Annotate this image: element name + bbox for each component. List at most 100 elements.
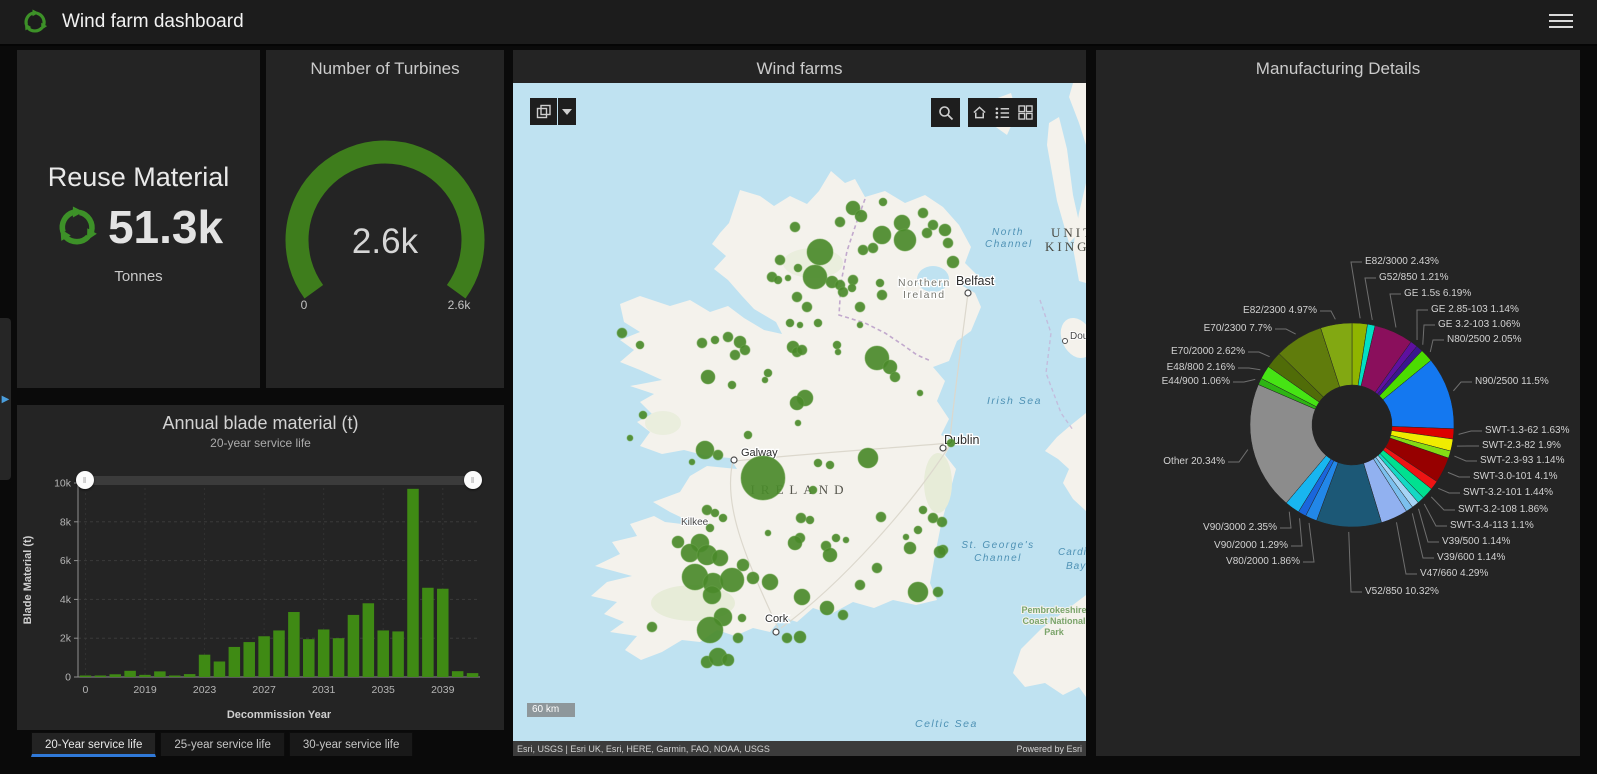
bar-2021[interactable] [169, 675, 181, 678]
wind-farm-marker[interactable] [801, 301, 813, 313]
bar-2040[interactable] [451, 671, 464, 677]
wind-farm-marker[interactable] [942, 237, 954, 249]
year-range-slider-track[interactable] [83, 476, 479, 485]
wind-farm-marker[interactable] [680, 543, 700, 563]
wind-farm-marker[interactable] [921, 227, 933, 239]
wind-farm-marker[interactable] [893, 214, 911, 232]
wind-farm-marker[interactable] [805, 515, 815, 525]
wind-farm-marker[interactable] [695, 440, 715, 460]
bar-2018[interactable] [124, 670, 136, 677]
sidebar-expander[interactable]: ▶ [0, 318, 11, 480]
wind-farm-marker[interactable] [832, 340, 842, 350]
wind-farm-marker[interactable] [791, 291, 803, 303]
wind-farm-marker[interactable] [847, 274, 859, 286]
wind-farm-marker[interactable] [837, 609, 849, 621]
wind-farm-marker[interactable] [794, 419, 802, 427]
bar-2029[interactable] [288, 612, 300, 677]
basemap-dropdown-button[interactable] [558, 98, 576, 125]
bar-2019[interactable] [139, 674, 151, 677]
wind-farm-marker[interactable] [696, 616, 724, 644]
wind-farm-marker[interactable] [857, 244, 869, 256]
wind-farm-marker[interactable] [819, 600, 835, 616]
wind-farm-marker[interactable] [710, 508, 720, 518]
wind-farm-marker[interactable] [701, 504, 713, 516]
wind-farm-marker[interactable] [902, 533, 910, 541]
wind-farm-marker[interactable] [763, 368, 773, 378]
bar-2041[interactable] [466, 673, 479, 677]
basemap-gallery-button[interactable] [530, 98, 557, 125]
map-legend-button[interactable] [991, 98, 1014, 127]
tab-30-year-service-life[interactable]: 30-year service life [288, 732, 414, 756]
wind-farm-marker[interactable] [793, 588, 811, 606]
bar-0[interactable] [79, 675, 92, 678]
wind-farm-marker[interactable] [918, 505, 928, 515]
wind-farm-marker[interactable] [616, 327, 628, 339]
wind-farm-marker[interactable] [854, 209, 868, 223]
wind-farm-marker[interactable] [878, 197, 888, 207]
wind-farm-marker[interactable] [718, 513, 728, 523]
bar-2017[interactable] [109, 674, 121, 677]
wind-farm-marker[interactable] [761, 573, 779, 591]
wind-farm-marker[interactable] [711, 549, 729, 567]
wind-farm-marker[interactable] [893, 228, 917, 252]
wind-farm-marker[interactable] [854, 301, 866, 313]
wind-farm-marker[interactable] [722, 331, 734, 343]
wind-farm-marker[interactable] [712, 449, 724, 461]
wind-farm-marker[interactable] [808, 485, 818, 495]
wind-farm-marker[interactable] [719, 567, 745, 593]
bar-2032[interactable] [332, 638, 345, 677]
wind-farm-marker[interactable] [732, 632, 744, 644]
wind-farm-marker[interactable] [907, 581, 929, 603]
bar-2016[interactable] [94, 675, 107, 678]
wind-farm-marker[interactable] [825, 460, 835, 470]
bar-2039[interactable] [437, 588, 449, 677]
wind-farm-marker[interactable] [933, 545, 947, 559]
wind-farm-marker[interactable] [913, 525, 923, 535]
hamburger-menu-icon[interactable] [1549, 14, 1573, 30]
map-canvas[interactable]: UNITED KINGDOM IRELAND North Channel Iri… [513, 83, 1086, 741]
wind-farm-marker[interactable] [875, 278, 885, 288]
bar-2025[interactable] [228, 646, 241, 677]
wind-farm-marker[interactable] [764, 529, 772, 537]
wind-farm-marker[interactable] [796, 344, 808, 356]
map-layers-button[interactable] [1014, 98, 1037, 127]
wind-farm-marker[interactable] [813, 318, 823, 328]
wind-farm-marker[interactable] [917, 207, 929, 219]
bar-2027[interactable] [258, 636, 270, 677]
wind-farm-marker[interactable] [903, 541, 917, 555]
bar-2033[interactable] [347, 614, 360, 677]
wind-farm-marker[interactable] [789, 395, 805, 411]
wind-farm-marker[interactable] [946, 255, 960, 269]
wind-farm-marker[interactable] [872, 225, 892, 245]
wind-farm-marker[interactable] [932, 586, 944, 598]
wind-farm-marker[interactable] [837, 286, 849, 298]
tab-25-year-service-life[interactable]: 25-year service life [160, 732, 285, 756]
wind-farm-marker[interactable] [856, 321, 864, 329]
wind-farm-marker[interactable] [638, 410, 648, 420]
bar-2026[interactable] [243, 642, 255, 677]
map-search-button[interactable] [931, 98, 960, 127]
wind-farm-marker[interactable] [927, 512, 939, 524]
wind-farm-marker[interactable] [774, 254, 786, 266]
wind-farm-marker[interactable] [696, 337, 708, 349]
wind-farm-marker[interactable] [646, 621, 658, 633]
wind-farm-marker[interactable] [795, 512, 807, 524]
wind-farm-marker[interactable] [787, 535, 803, 551]
wind-farm-marker[interactable] [806, 238, 834, 266]
wind-farm-marker[interactable] [729, 349, 741, 361]
range-slider-handle-right[interactable]: ‖ [464, 471, 482, 489]
wind-farm-marker[interactable] [875, 511, 887, 523]
wind-farm-marker[interactable] [936, 516, 948, 528]
bar-2022[interactable] [183, 674, 196, 677]
bar-2030[interactable] [303, 639, 315, 677]
wind-farm-marker[interactable] [710, 335, 720, 345]
bar-2024[interactable] [213, 661, 226, 677]
wind-farm-marker[interactable] [822, 547, 838, 563]
wind-farm-marker[interactable] [813, 458, 823, 468]
wind-farm-marker[interactable] [857, 447, 879, 469]
wind-farm-marker[interactable] [847, 283, 857, 293]
wind-farm-marker[interactable] [740, 455, 786, 501]
map-home-button[interactable] [968, 98, 991, 127]
wind-farm-marker[interactable] [739, 344, 751, 356]
wind-farm-marker[interactable] [702, 585, 722, 605]
